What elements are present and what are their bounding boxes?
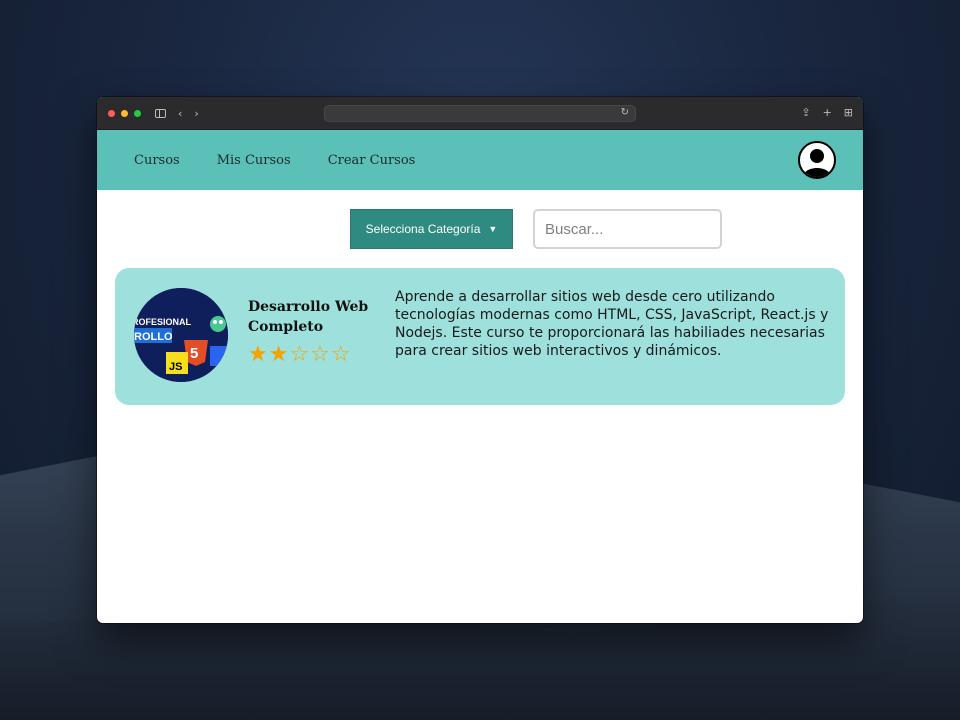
maximize-window-button[interactable] xyxy=(134,109,141,117)
site-navbar: Cursos Mis Cursos Crear Cursos xyxy=(97,130,863,190)
js-badge-text: JS xyxy=(169,361,182,373)
thumb-text-line2: ROLLO xyxy=(134,331,173,343)
chevron-down-icon: ▼ xyxy=(488,224,498,234)
html5-badge-text: 5 xyxy=(190,345,198,362)
new-tab-icon[interactable]: + xyxy=(823,106,832,119)
filters-bar: Selecciona Categoría ▼ xyxy=(97,190,863,268)
browser-toolbar-right: ⇪ + ⊞ xyxy=(801,106,853,119)
course-rating-stars: ★★☆☆☆ xyxy=(248,342,352,367)
category-select-label: Selecciona Categoría xyxy=(365,222,481,236)
nav-link-mis-cursos[interactable]: Mis Cursos xyxy=(217,153,291,168)
close-window-button[interactable] xyxy=(108,109,115,117)
nav-link-cursos[interactable]: Cursos xyxy=(134,153,180,168)
window-controls xyxy=(108,109,141,117)
tab-overview-icon[interactable]: ⊞ xyxy=(844,106,853,119)
course-description: Aprende a desarrollar sitios web desde c… xyxy=(395,289,829,359)
search-input[interactable] xyxy=(533,209,722,249)
category-select[interactable]: Selecciona Categoría ▼ xyxy=(350,209,513,249)
back-icon[interactable]: ‹ xyxy=(178,108,182,119)
course-thumbnail: ROFESIONAL ROLLO 5 JS xyxy=(134,288,228,382)
nav-link-crear-cursos[interactable]: Crear Cursos xyxy=(328,153,416,168)
user-avatar-icon[interactable] xyxy=(798,141,836,179)
address-bar[interactable]: ↻ xyxy=(324,105,636,122)
course-title[interactable]: Desarrollo Web Completo xyxy=(248,297,378,337)
browser-window: ‹ › ↻ ⇪ + ⊞ Cursos Mis Cursos Crear Curs… xyxy=(97,97,863,623)
browser-titlebar: ‹ › ↻ ⇪ + ⊞ xyxy=(97,97,863,130)
sidebar-toggle-icon[interactable] xyxy=(155,108,166,118)
minimize-window-button[interactable] xyxy=(121,109,128,117)
share-icon[interactable]: ⇪ xyxy=(801,106,810,119)
course-card[interactable]: ROFESIONAL ROLLO 5 JS Desarrollo Web Com… xyxy=(115,268,845,405)
forward-icon[interactable]: › xyxy=(194,108,198,119)
thumb-text-line1: ROFESIONAL xyxy=(134,317,192,327)
reload-icon[interactable]: ↻ xyxy=(621,107,629,118)
